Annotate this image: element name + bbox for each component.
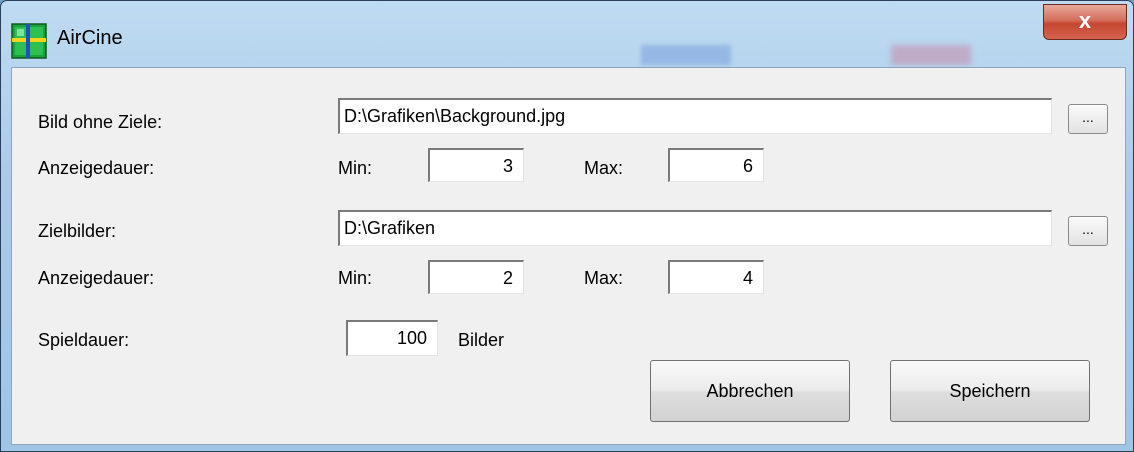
cancel-button[interactable]: Abbrechen (650, 360, 850, 422)
save-button[interactable]: Speichern (890, 360, 1090, 422)
label-zielbilder: Zielbilder: (38, 221, 117, 241)
min-input-1[interactable]: 3 (428, 148, 524, 182)
label-max-2: Max: (584, 268, 624, 288)
bild-ohne-ziele-path-input[interactable]: D:\Grafiken\Background.jpg (338, 98, 1052, 134)
label-bilder: Bilder (458, 330, 505, 350)
dialog-client-area: Bild ohne Ziele: D:\Grafiken\Background.… (11, 67, 1126, 445)
dialog-window: AirCine x Bild ohne Ziele: D:\Grafiken\B… (0, 0, 1134, 452)
label-min-1: Min: (338, 158, 373, 178)
browse-bild-ohne-ziele-button[interactable]: ... (1068, 104, 1108, 134)
spieldauer-input[interactable]: 100 (346, 320, 438, 356)
window-title: AirCine (57, 27, 123, 49)
max-input-2[interactable]: 4 (668, 260, 764, 294)
min-input-2[interactable]: 2 (428, 260, 524, 294)
close-icon: x (1078, 8, 1092, 33)
label-anzeigedauer-2: Anzeigedauer: (38, 268, 155, 288)
title-bar[interactable]: AirCine x (1, 1, 1133, 65)
max-input-1[interactable]: 6 (668, 148, 764, 182)
label-max-1: Max: (584, 158, 624, 178)
label-spieldauer: Spieldauer: (38, 330, 130, 350)
label-anzeigedauer-1: Anzeigedauer: (38, 158, 155, 178)
titlebar-glow (641, 45, 731, 65)
zielbilder-path-input[interactable]: D:\Grafiken (338, 210, 1052, 246)
label-min-2: Min: (338, 268, 373, 288)
close-button[interactable]: x (1043, 4, 1127, 40)
aircine-app-icon (11, 23, 47, 59)
titlebar-glow (891, 45, 971, 65)
browse-zielbilder-button[interactable]: ... (1068, 216, 1108, 246)
label-bild-ohne-ziele: Bild ohne Ziele: (38, 112, 163, 132)
